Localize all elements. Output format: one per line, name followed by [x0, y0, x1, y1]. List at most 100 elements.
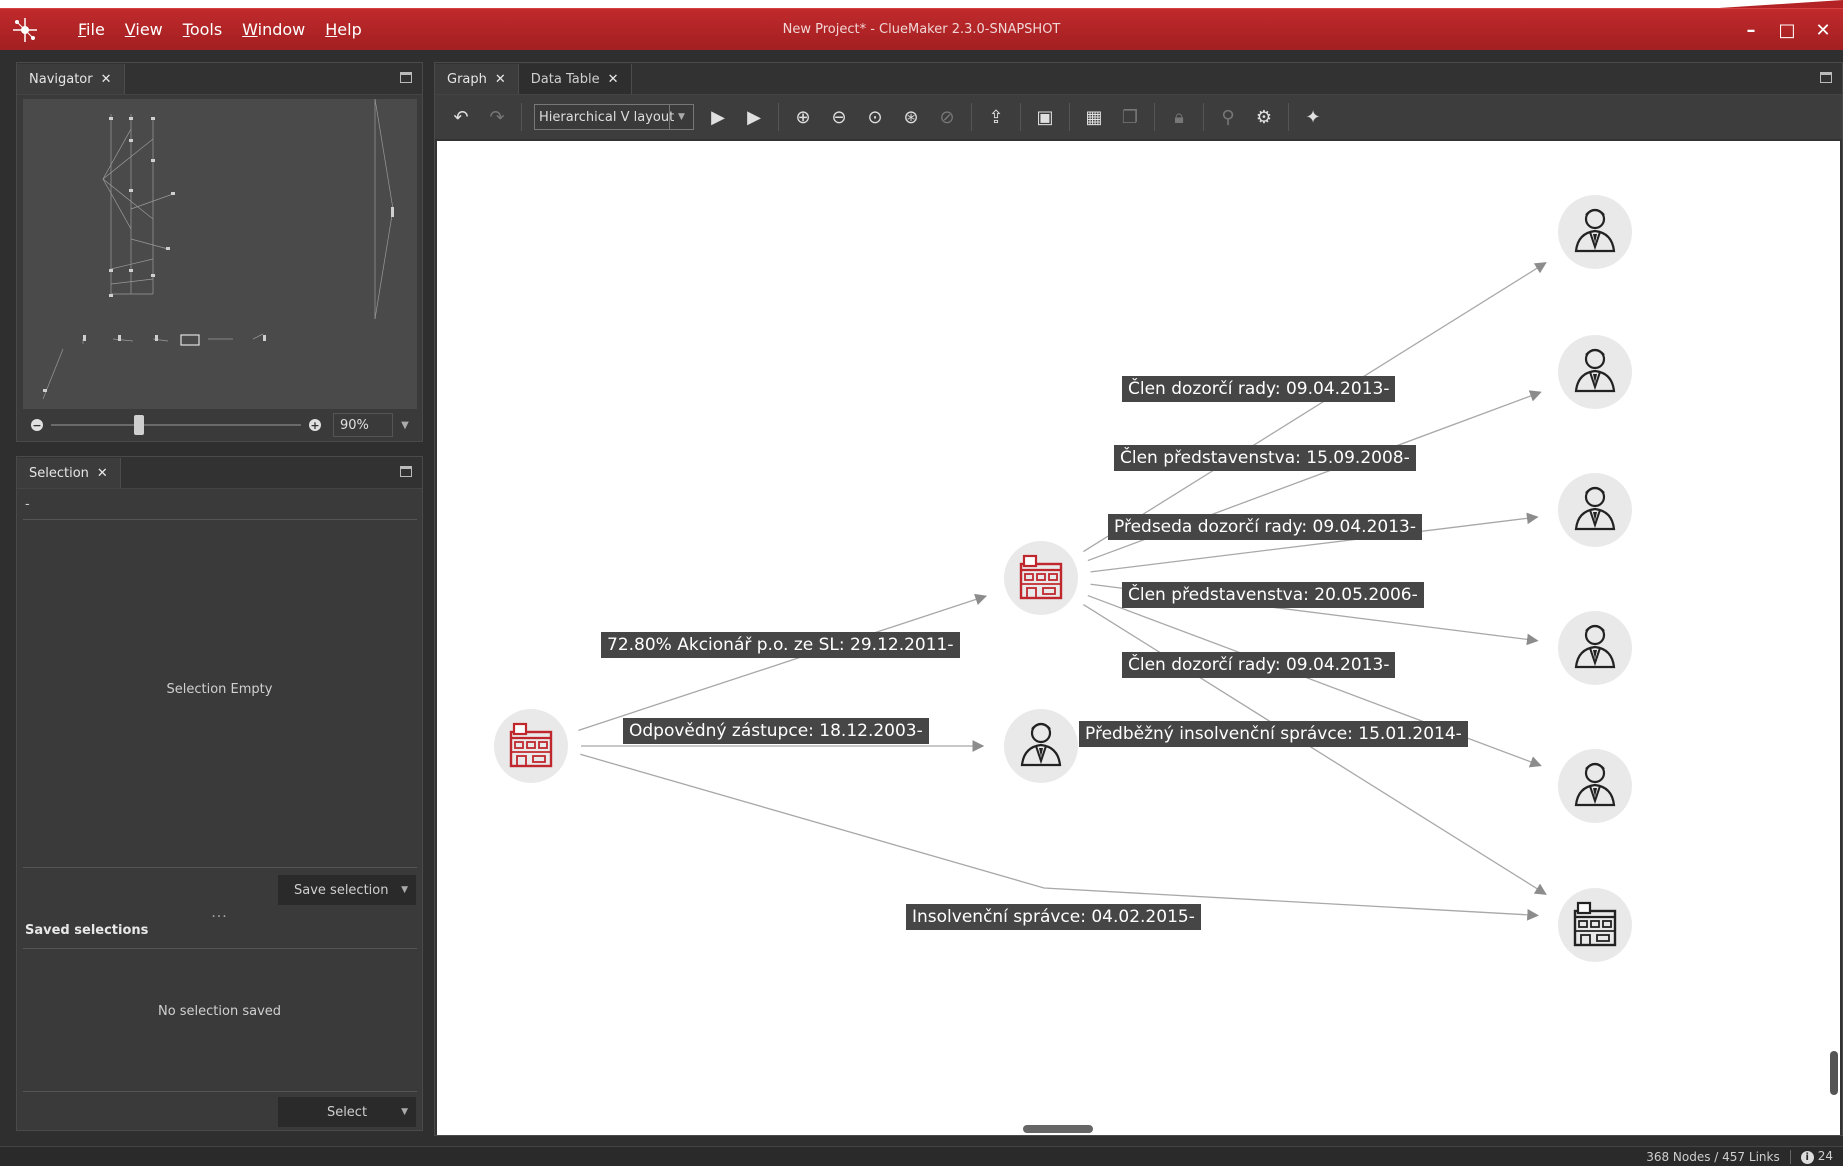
notification-count: 24	[1817, 1149, 1833, 1163]
title-bar: File View Tools Window Help New Project*…	[0, 8, 1843, 50]
grid-icon[interactable]: ▦	[1076, 101, 1112, 133]
edge-label[interactable]: Člen dozorčí rady: 09.04.2013-	[1122, 376, 1396, 402]
save-selection-button[interactable]: Save selection ▼	[278, 875, 416, 905]
zoom-in-tool-icon[interactable]: ⊕	[785, 101, 821, 133]
edge-label[interactable]: Odpovědný zástupce: 18.12.2003-	[623, 718, 929, 744]
zoom-in-icon[interactable]: +	[309, 419, 321, 431]
edge-label[interactable]: Člen představenstva: 20.05.2006-	[1122, 582, 1424, 608]
close-icon[interactable]: ✕	[495, 72, 506, 87]
tab-graph-label: Graph	[447, 71, 487, 87]
export-icon[interactable]: ⇪	[978, 101, 1014, 133]
graph-node-person-mid[interactable]	[1004, 709, 1078, 783]
zoom-selection-icon[interactable]: ⊛	[893, 101, 929, 133]
zoom-out-tool-icon[interactable]: ⊖	[821, 101, 857, 133]
tab-selection[interactable]: Selection ✕	[17, 458, 121, 488]
graph-node-person-2[interactable]	[1558, 335, 1632, 409]
notifications-indicator[interactable]: i 24	[1800, 1149, 1833, 1164]
menu-window-label: indow	[257, 20, 306, 39]
graph-node-person-1[interactable]	[1558, 195, 1632, 269]
close-icon[interactable]: ✕	[97, 466, 108, 481]
undo-button[interactable]: ↶	[443, 101, 479, 133]
tab-navigator[interactable]: Navigator ✕	[17, 64, 125, 94]
menu-file[interactable]: File	[70, 16, 113, 43]
edge-label[interactable]: Člen dozorčí rady: 09.04.2013-	[1122, 652, 1396, 678]
toolbar-separator	[1020, 103, 1021, 131]
tab-data-table[interactable]: Data Table ✕	[518, 64, 632, 94]
panel-maximize-icon[interactable]	[1820, 72, 1832, 83]
menu-view-label: iew	[135, 20, 163, 39]
copy-icon[interactable]: ❐	[1112, 101, 1148, 133]
link-tool-icon[interactable]: ⚲	[1210, 101, 1246, 133]
zoom-dropdown-icon[interactable]: ▼	[393, 413, 417, 437]
redo-button[interactable]: ↷	[479, 101, 515, 133]
zoom-fit-icon[interactable]: ⊙	[857, 101, 893, 133]
minimize-button[interactable]: –	[1739, 18, 1763, 42]
graph-node-person-3[interactable]	[1558, 473, 1632, 547]
edge-label[interactable]: Předběžný insolvenční správce: 15.01.201…	[1079, 721, 1468, 747]
edge-label[interactable]: 72.80% Akcionář p.o. ze SL: 29.12.2011-	[601, 632, 960, 658]
company-building-icon	[505, 718, 557, 774]
layout-select-value: Hierarchical V layout	[539, 109, 675, 125]
horizontal-scrollbar[interactable]	[1023, 1125, 1093, 1133]
tab-graph[interactable]: Graph ✕	[435, 64, 519, 94]
menu-file-label: ile	[86, 20, 105, 39]
close-window-button[interactable]: ✕	[1811, 18, 1835, 42]
graph-node-person-4[interactable]	[1558, 611, 1632, 685]
edge-label[interactable]: Člen představenstva: 15.09.2008-	[1114, 445, 1416, 471]
divider	[23, 1091, 417, 1092]
gear-icon[interactable]: ⚙	[1246, 101, 1282, 133]
close-icon[interactable]: ✕	[101, 72, 112, 87]
graph-node-company-mid[interactable]	[1004, 541, 1078, 615]
zoom-slider-thumb[interactable]	[133, 415, 144, 435]
menu-help[interactable]: Help	[317, 16, 369, 43]
close-icon[interactable]: ✕	[608, 72, 619, 87]
minimap-graphic	[42, 98, 394, 400]
play-step-icon[interactable]: ▶	[736, 101, 772, 133]
chevron-down-icon[interactable]: ▼	[669, 105, 693, 129]
graph-canvas[interactable]: 72.80% Akcionář p.o. ze SL: 29.12.2011- O…	[437, 141, 1840, 1135]
zoom-reset-icon[interactable]: ⊘	[929, 101, 965, 133]
panel-maximize-icon[interactable]	[400, 466, 412, 477]
graph-node-person-5[interactable]	[1558, 749, 1632, 823]
zoom-slider[interactable]	[51, 411, 301, 439]
toolbar-separator	[1203, 103, 1204, 131]
selection-dash: -	[25, 497, 30, 512]
person-icon	[1568, 203, 1622, 261]
zoom-value-field[interactable]: 90%	[333, 413, 393, 437]
maximize-button[interactable]: □	[1775, 18, 1799, 42]
menu-tools-label: ools	[189, 20, 223, 39]
graph-edge[interactable]	[578, 593, 988, 731]
select-button[interactable]: Select ▼	[278, 1097, 416, 1127]
chevron-down-icon[interactable]: ▼	[401, 885, 408, 895]
graph-edge[interactable]	[580, 753, 1539, 921]
edge-label[interactable]: Insolvenční správce: 04.02.2015-	[906, 904, 1201, 930]
zoom-out-icon[interactable]: −	[31, 419, 43, 431]
navigator-minimap[interactable]	[23, 98, 417, 409]
panel-maximize-icon[interactable]	[400, 72, 412, 83]
play-layout-icon[interactable]: ▶	[700, 101, 736, 133]
graph-node-company-root[interactable]	[494, 709, 568, 783]
layout-select[interactable]: Hierarchical V layout ▼	[534, 104, 694, 130]
edge-label[interactable]: Předseda dozorčí rady: 09.04.2013-	[1108, 514, 1422, 540]
menu-view-mnemonic: V	[124, 20, 136, 39]
zoom-row: − + 90% ▼	[23, 411, 417, 439]
person-icon	[1568, 619, 1622, 677]
graph-edge[interactable]	[1083, 603, 1547, 895]
sparkle-icon[interactable]: ✦	[1295, 101, 1331, 133]
menu-bar: File View Tools Window Help	[70, 16, 370, 43]
menu-tools[interactable]: Tools	[175, 16, 230, 43]
menu-view[interactable]: View	[117, 16, 171, 43]
cluemaker-logo-icon[interactable]	[0, 9, 50, 51]
menu-window[interactable]: Window	[234, 16, 313, 43]
panel-splitter[interactable]: ...	[17, 905, 422, 921]
person-icon	[1568, 757, 1622, 815]
graph-node-company-right[interactable]	[1558, 888, 1632, 962]
frame-icon[interactable]: ▣	[1027, 101, 1063, 133]
menu-help-label: elp	[337, 20, 362, 39]
vertical-scrollbar[interactable]	[1830, 1051, 1838, 1095]
chevron-down-icon[interactable]: ▼	[401, 1107, 408, 1117]
lock-icon[interactable]: 🔒︎	[1161, 101, 1197, 133]
toolbar-separator	[778, 103, 779, 131]
selection-empty-text: Selection Empty	[166, 682, 273, 697]
graph-edge[interactable]	[1083, 262, 1547, 553]
